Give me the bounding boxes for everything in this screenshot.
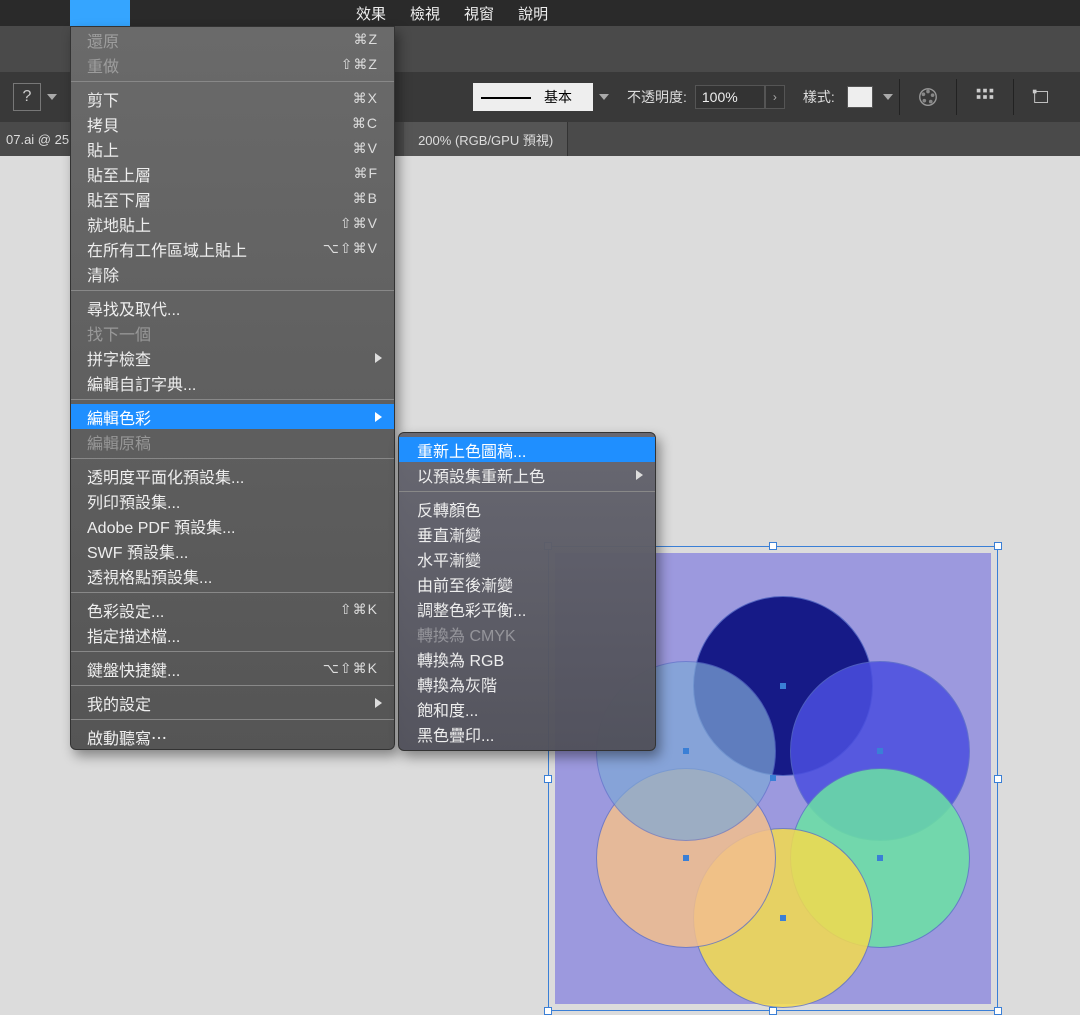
- menu-item-spellcheck[interactable]: 拼字檢查: [71, 345, 394, 370]
- submenu-item-blend-horizontally[interactable]: 水平漸變: [399, 546, 655, 571]
- chevron-down-icon[interactable]: [47, 94, 57, 100]
- menu-item-assign-profile[interactable]: 指定描述檔...: [71, 622, 394, 647]
- menu-separator: [399, 491, 655, 492]
- menu-item-paste-in-place[interactable]: 就地貼上⇧⌘V: [71, 211, 394, 236]
- submenu-item-convert-to-grayscale[interactable]: 轉換為灰階: [399, 671, 655, 696]
- anchor-point[interactable]: [877, 855, 883, 861]
- menu-separator: [71, 685, 394, 686]
- anchor-point[interactable]: [780, 683, 786, 689]
- menu-effect[interactable]: 效果: [356, 3, 386, 24]
- menu-window[interactable]: 視窗: [464, 3, 494, 24]
- document-tab-2[interactable]: 200% (RGB/GPU 預視): [404, 122, 568, 156]
- menu-item-my-settings[interactable]: 我的設定: [71, 690, 394, 715]
- menu-view[interactable]: 檢視: [410, 3, 440, 24]
- menu-item-swf-presets[interactable]: SWF 預設集...: [71, 538, 394, 563]
- menu-item-find-replace[interactable]: 尋找及取代...: [71, 295, 394, 320]
- anchor-point[interactable]: [683, 748, 689, 754]
- anchor-point[interactable]: [780, 915, 786, 921]
- menu-item-paste-front[interactable]: 貼至上層⌘F: [71, 161, 394, 186]
- menu-edit[interactable]: 編輯: [82, 3, 112, 24]
- submenu-item-saturate[interactable]: 飽和度...: [399, 696, 655, 721]
- opacity-input[interactable]: 100%: [695, 85, 765, 109]
- help-icon[interactable]: ?: [13, 83, 41, 111]
- divider: [956, 79, 957, 115]
- submenu-arrow-icon: [375, 353, 382, 363]
- edit-menu-dropdown: 還原⌘Z 重做⇧⌘Z 剪下⌘X 拷貝⌘C 貼上⌘V 貼至上層⌘F 貼至下層⌘B …: [70, 26, 395, 750]
- menu-separator: [71, 719, 394, 720]
- menu-separator: [71, 592, 394, 593]
- menu-item-edit-original: 編輯原稿: [71, 429, 394, 454]
- chevron-down-icon[interactable]: [883, 94, 893, 100]
- menubar: 編輯 效果 檢視 視窗 說明: [0, 0, 1080, 26]
- selection-handle[interactable]: [769, 542, 777, 550]
- anchor-point[interactable]: [770, 775, 776, 781]
- chevron-down-icon[interactable]: [599, 94, 609, 100]
- submenu-item-blend-vertically[interactable]: 垂直漸變: [399, 521, 655, 546]
- menu-item-print-presets[interactable]: 列印預設集...: [71, 488, 394, 513]
- divider: [1013, 79, 1014, 115]
- menu-item-paste-all-artboards[interactable]: 在所有工作區域上貼上⌥⇧⌘V: [71, 236, 394, 261]
- submenu-arrow-icon: [375, 698, 382, 708]
- menu-item-paste[interactable]: 貼上⌘V: [71, 136, 394, 161]
- edit-colors-submenu: 重新上色圖稿... 以預設集重新上色 反轉顏色 垂直漸變 水平漸變 由前至後漸變…: [398, 432, 656, 751]
- submenu-item-convert-to-cmyk: 轉換為 CMYK: [399, 621, 655, 646]
- submenu-item-recolor-artwork[interactable]: 重新上色圖稿...: [399, 437, 655, 462]
- menu-item-start-dictation[interactable]: 啟動聽寫⋯: [71, 724, 394, 749]
- submenu-item-blend-front-to-back[interactable]: 由前至後漸變: [399, 571, 655, 596]
- submenu-item-adjust-color-balance[interactable]: 調整色彩平衡...: [399, 596, 655, 621]
- menu-item-transparency-flattener-presets[interactable]: 透明度平面化預設集...: [71, 463, 394, 488]
- anchor-point[interactable]: [877, 748, 883, 754]
- menu-help[interactable]: 說明: [518, 3, 548, 24]
- stroke-style-label: 基本: [544, 87, 572, 107]
- menu-item-edit-colors[interactable]: 編輯色彩: [71, 404, 394, 429]
- recolor-artwork-icon[interactable]: [914, 83, 942, 111]
- menu-item-find-next: 找下一個: [71, 320, 394, 345]
- align-panel-icon[interactable]: [971, 83, 999, 111]
- selection-handle[interactable]: [994, 775, 1002, 783]
- selection-handle[interactable]: [994, 1007, 1002, 1015]
- menu-item-clear[interactable]: 清除: [71, 261, 394, 286]
- menu-separator: [71, 651, 394, 652]
- menu-separator: [71, 81, 394, 82]
- menu-separator: [71, 458, 394, 459]
- stroke-style-dropdown[interactable]: 基本: [473, 83, 593, 111]
- selection-handle[interactable]: [544, 775, 552, 783]
- submenu-arrow-icon: [636, 470, 643, 480]
- submenu-item-convert-to-rgb[interactable]: 轉換為 RGB: [399, 646, 655, 671]
- menu-item-copy[interactable]: 拷貝⌘C: [71, 111, 394, 136]
- submenu-item-invert-colors[interactable]: 反轉顏色: [399, 496, 655, 521]
- selection-handle[interactable]: [544, 1007, 552, 1015]
- style-label: 樣式:: [803, 87, 835, 107]
- menu-item-cut[interactable]: 剪下⌘X: [71, 86, 394, 111]
- submenu-item-recolor-with-preset[interactable]: 以預設集重新上色: [399, 462, 655, 487]
- submenu-arrow-icon: [375, 412, 382, 422]
- submenu-item-overprint-black[interactable]: 黑色疊印...: [399, 721, 655, 746]
- menu-separator: [71, 399, 394, 400]
- menu-separator: [71, 290, 394, 291]
- anchor-point[interactable]: [683, 855, 689, 861]
- menu-item-color-settings[interactable]: 色彩設定...⇧⌘K: [71, 597, 394, 622]
- selection-handle[interactable]: [994, 542, 1002, 550]
- divider: [899, 79, 900, 115]
- menu-item-keyboard-shortcuts[interactable]: 鍵盤快捷鍵...⌥⇧⌘K: [71, 656, 394, 681]
- transform-panel-icon[interactable]: [1028, 83, 1056, 111]
- menu-item-redo: 重做⇧⌘Z: [71, 52, 394, 77]
- selection-handle[interactable]: [769, 1007, 777, 1015]
- graphic-style-swatch[interactable]: [847, 86, 873, 108]
- menu-item-pdf-presets[interactable]: Adobe PDF 預設集...: [71, 513, 394, 538]
- menu-item-paste-back[interactable]: 貼至下層⌘B: [71, 186, 394, 211]
- menu-item-perspective-grid-presets[interactable]: 透視格點預設集...: [71, 563, 394, 588]
- menu-item-custom-dictionary[interactable]: 編輯自訂字典...: [71, 370, 394, 395]
- opacity-next-button[interactable]: ›: [765, 85, 785, 109]
- opacity-label: 不透明度:: [627, 87, 687, 107]
- menu-item-undo[interactable]: 還原⌘Z: [71, 27, 394, 52]
